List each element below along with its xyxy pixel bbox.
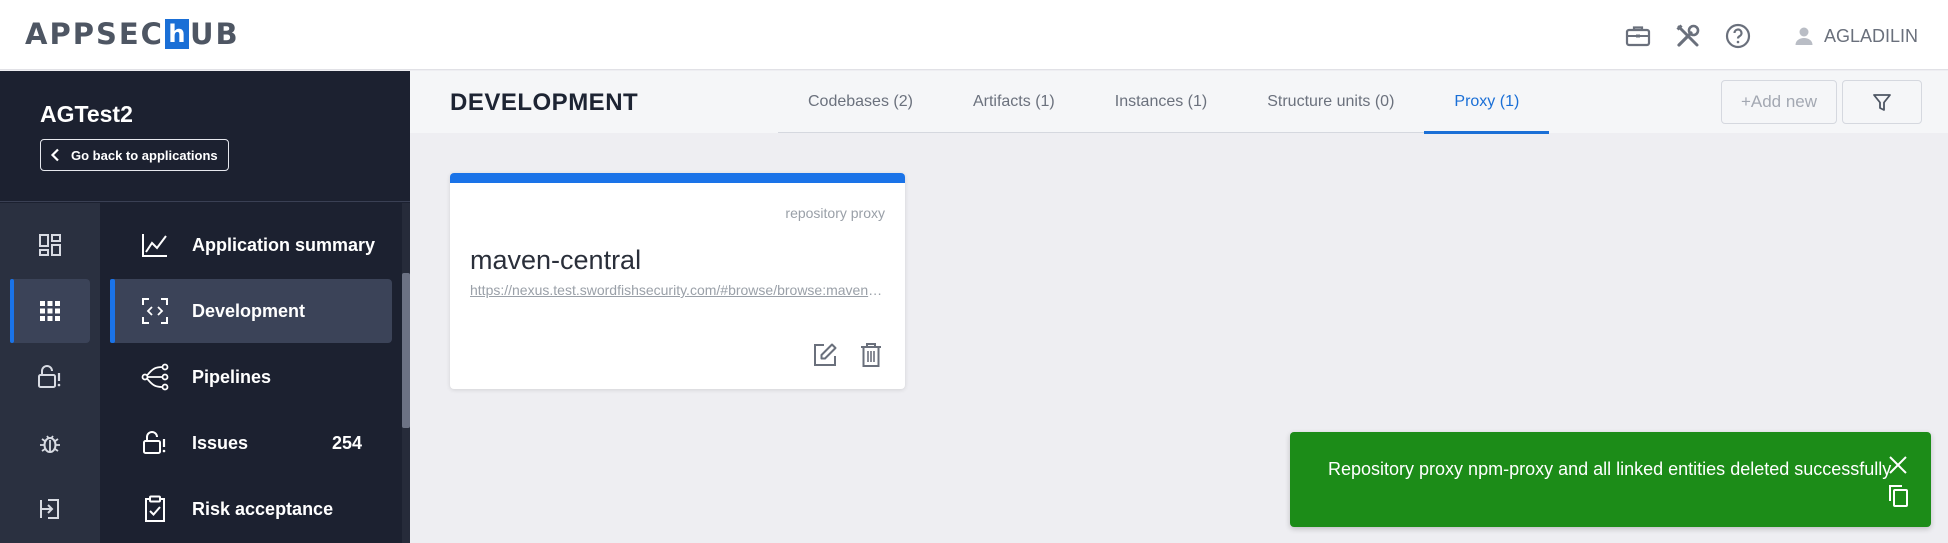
sidebar-item-label: Application summary: [192, 234, 376, 255]
code-scan-icon: [140, 296, 170, 326]
copy-icon: [1889, 485, 1908, 507]
sidebar-scrollbar[interactable]: [402, 203, 410, 543]
rail-security[interactable]: [10, 345, 90, 409]
sidebar-item-application-summary[interactable]: Application summary: [110, 213, 392, 277]
sidebar-item-development[interactable]: Development: [110, 279, 392, 343]
tab-codebases[interactable]: Codebases (2): [778, 71, 943, 133]
logo-text-right: UB: [189, 17, 240, 51]
chevron-left-icon: [50, 148, 59, 162]
login-icon: [40, 499, 59, 519]
rail-bugs[interactable]: [10, 411, 90, 475]
dashboard-icon: [39, 234, 61, 256]
rail-dashboard[interactable]: [10, 213, 90, 277]
user-name: AGLADILIN: [1823, 25, 1918, 46]
filter-button[interactable]: [1842, 80, 1922, 124]
appsechub-logo[interactable]: APPSEC h UB: [25, 16, 240, 52]
trash-icon: [861, 343, 881, 367]
app-header: AGTest2 Go back to applications: [0, 71, 410, 202]
apps-grid-icon: [40, 301, 60, 321]
issues-count-badge: 254: [331, 432, 362, 453]
page-title: DEVELOPMENT: [450, 89, 639, 116]
main-header: DEVELOPMENT Codebases (2) Artifacts (1) …: [410, 71, 1948, 134]
card-title: maven-central: [470, 245, 642, 275]
sidebar-item-label: Issues: [192, 432, 249, 453]
tab-structure-units[interactable]: Structure units (0): [1237, 71, 1424, 133]
chart-line-icon: [140, 230, 170, 260]
icon-rail: [0, 203, 100, 543]
tab-instances[interactable]: Instances (1): [1085, 71, 1237, 133]
help-icon[interactable]: [1720, 18, 1756, 54]
lock-alert-icon: [38, 365, 61, 388]
back-to-applications-button[interactable]: Go back to applications: [40, 139, 229, 171]
copy-toast-button[interactable]: [1887, 484, 1909, 508]
card-url-link[interactable]: https://nexus.test.swordfishsecurity.com…: [470, 282, 885, 298]
sidebar-item-label: Pipelines: [192, 366, 272, 387]
edit-button[interactable]: [811, 341, 839, 369]
close-icon: [1889, 456, 1907, 474]
filter-icon: [1873, 94, 1891, 111]
tab-artifacts[interactable]: Artifacts (1): [943, 71, 1085, 133]
rail-login[interactable]: [10, 477, 90, 541]
sidebar-item-label: Risk acceptance: [192, 498, 334, 519]
success-toast: Repository proxy npm-proxy and all linke…: [1290, 432, 1931, 527]
edit-icon: [814, 343, 837, 366]
tab-proxy[interactable]: Proxy (1): [1424, 71, 1550, 134]
app-name: AGTest2: [40, 101, 133, 127]
add-new-button[interactable]: +Add new: [1721, 80, 1837, 124]
lock-alert-icon: [140, 428, 170, 458]
logo-h-box: h: [164, 19, 189, 49]
card-type-label: repository proxy: [785, 205, 885, 221]
rail-apps[interactable]: [10, 279, 90, 343]
clipboard-check-icon: [140, 494, 170, 524]
delete-button[interactable]: [857, 341, 885, 369]
tools-icon[interactable]: [1670, 18, 1706, 54]
sidebar-item-issues[interactable]: Issues 254: [110, 411, 392, 475]
toast-message: Repository proxy npm-proxy and all linke…: [1328, 459, 1892, 479]
pipeline-icon: [140, 362, 170, 392]
sidebar-item-pipelines[interactable]: Pipelines: [110, 345, 392, 409]
sidebar-menu: Application summary Development Pipeline…: [100, 203, 402, 543]
proxy-card[interactable]: repository proxy maven-central https://n…: [450, 173, 905, 389]
bug-icon: [40, 435, 60, 453]
user-avatar-icon: [1795, 27, 1813, 45]
sidebar-item-risk-acceptance[interactable]: Risk acceptance: [110, 477, 392, 541]
scrollbar-thumb[interactable]: [402, 273, 410, 428]
top-actions: AGLADILIN: [1606, 18, 1918, 54]
top-bar: APPSEC h UB AGLADILIN: [0, 0, 1948, 70]
back-button-label: Go back to applications: [71, 147, 218, 163]
sidebar-item-label: Development: [192, 300, 306, 321]
tab-bar: Codebases (2) Artifacts (1) Instances (1…: [778, 71, 1550, 134]
user-menu[interactable]: AGLADILIN: [1794, 26, 1918, 47]
sidebar: AGTest2 Go back to applications Applicat…: [0, 71, 410, 543]
close-toast-button[interactable]: [1887, 454, 1909, 476]
logo-text-left: APPSEC: [25, 17, 164, 51]
card-accent-stripe: [450, 173, 905, 183]
card-actions: [811, 341, 885, 369]
briefcase-icon[interactable]: [1620, 18, 1656, 54]
